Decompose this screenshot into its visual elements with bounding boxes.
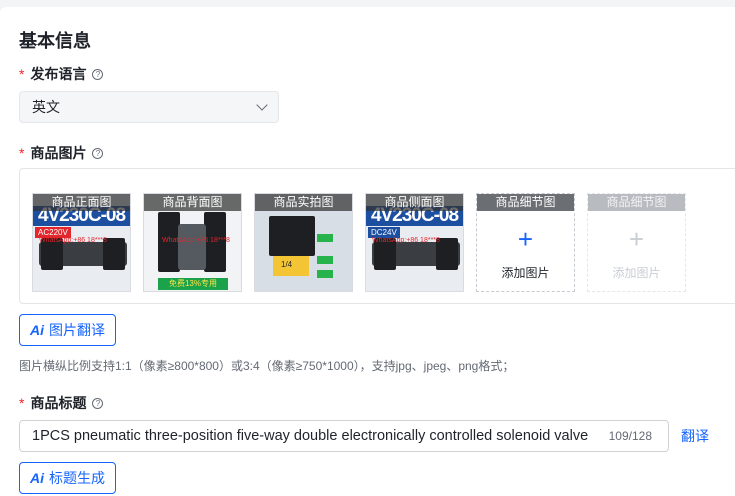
title-generate-label: 标题生成 <box>49 470 105 486</box>
watermark-text: WhatsApp:+86 18***8 <box>162 237 230 244</box>
watermark-text: WhatsApp:+86 18***8 <box>372 237 440 244</box>
product-image-back[interactable]: 商品背面图 WhatsApp:+86 18***8 免费13%专用 <box>143 193 242 292</box>
add-image-label: 添加图片 <box>612 266 661 280</box>
product-title-input[interactable]: 1PCS pneumatic three-position five-way d… <box>19 420 669 452</box>
translate-link[interactable]: 翻译 <box>681 426 709 446</box>
add-slot-caption: 商品细节图 <box>477 194 574 211</box>
image-translate-label: 图片翻译 <box>49 322 105 338</box>
title-label: 商品标题 <box>30 395 87 411</box>
help-icon[interactable]: ? <box>92 68 104 80</box>
sticker-text: 1/4 <box>281 260 293 269</box>
promo-footer: 免费13%专用 <box>158 278 228 290</box>
images-label: 商品图片 <box>30 145 87 161</box>
valve-coil <box>269 216 315 256</box>
product-title-value: 1PCS pneumatic three-position five-way d… <box>32 428 589 444</box>
add-detail-image-button-disabled: 商品细节图 + 添加图片 <box>587 193 686 292</box>
add-slot-caption: 商品细节图 <box>588 194 685 211</box>
plus-icon: + <box>517 224 534 254</box>
ai-icon: Ai <box>30 322 44 338</box>
help-icon[interactable]: ? <box>92 397 104 409</box>
thumbnail-caption: 商品实拍图 <box>255 194 352 211</box>
product-image-front[interactable]: 商品正面图 4V230C-08 AC220V WhatsApp:+86 18**… <box>32 193 131 292</box>
indicator-green <box>317 234 333 242</box>
thumbnail-caption: 商品侧面图 <box>366 194 463 211</box>
image-format-hint: 图片横纵比例支持1:1（像素≥800*800）或3:4（像素≥750*1000）… <box>19 359 515 373</box>
language-label: 发布语言 <box>30 66 87 82</box>
language-select-value: 英文 <box>32 99 60 115</box>
plus-icon: + <box>628 224 645 254</box>
title-label-row: * 商品标题 ? <box>19 393 104 413</box>
product-image-photo[interactable]: 商品实拍图 1/4 <box>254 193 353 292</box>
chevron-down-icon <box>256 99 268 111</box>
title-generate-button[interactable]: Ai 标题生成 <box>19 462 116 494</box>
valve-image <box>178 224 206 270</box>
required-mark: * <box>19 66 25 82</box>
product-image-side[interactable]: 商品侧面图 4V230C-08 DC24V WhatsApp:+86 18***… <box>365 193 464 292</box>
add-detail-image-button[interactable]: 商品细节图 + 添加图片 <box>476 193 575 292</box>
watermark-text: WhatsApp:+86 18***8 <box>39 237 107 244</box>
thumbnail-caption: 商品正面图 <box>33 194 130 211</box>
language-select[interactable]: 英文 <box>19 91 279 123</box>
thumbnail-caption: 商品背面图 <box>144 194 241 211</box>
char-counter: 109/128 <box>608 429 652 443</box>
language-label-row: * 发布语言 ? <box>19 64 104 84</box>
required-mark: * <box>19 395 25 411</box>
image-translate-button[interactable]: Ai 图片翻译 <box>19 314 116 346</box>
required-mark: * <box>19 145 25 161</box>
indicator-green <box>317 256 333 264</box>
images-label-row: * 商品图片 ? <box>19 143 104 163</box>
help-icon[interactable]: ? <box>92 147 104 159</box>
indicator-green <box>317 270 333 278</box>
ai-icon: Ai <box>30 470 44 486</box>
add-image-label: 添加图片 <box>501 266 550 280</box>
section-title: 基本信息 <box>19 31 91 51</box>
